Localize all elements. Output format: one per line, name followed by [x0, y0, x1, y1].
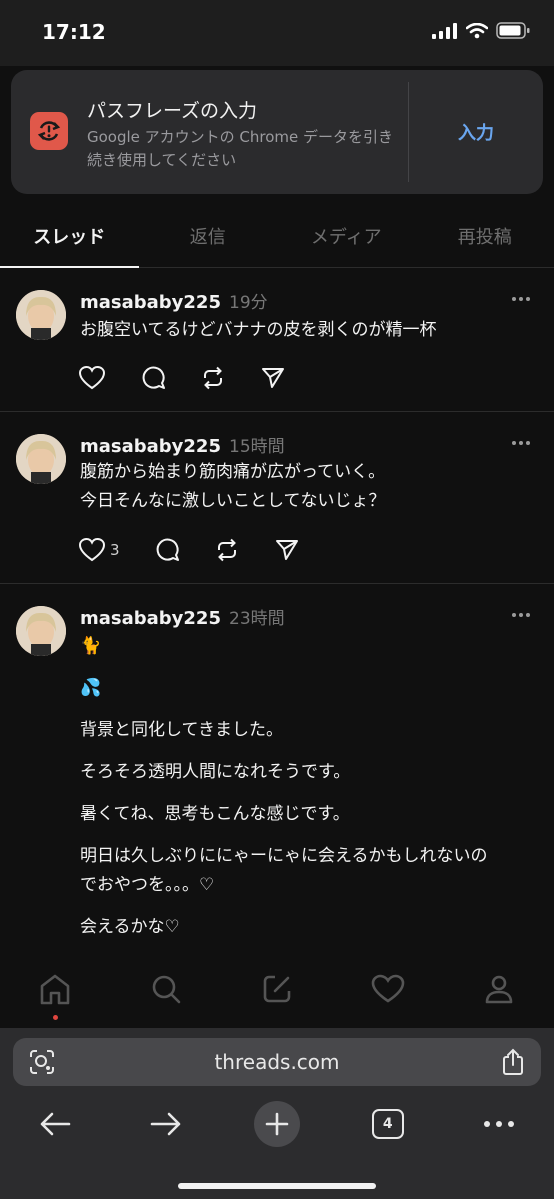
- profile-tabs: スレッド 返信 メディア 再投稿: [0, 205, 554, 268]
- post-line: 今日そんなに激しいことしてないじょ？: [80, 491, 386, 511]
- notification-dot: [53, 1015, 59, 1020]
- post-content: 腹筋から始まり筋肉痛が広がっていく。 今日そんなに激しいことしてないじょ？: [80, 458, 540, 516]
- post-line: お腹空いてるけどバナナの皮を剥くのが精一杯: [80, 320, 437, 340]
- repost-icon: [217, 538, 236, 562]
- wifi-icon: [466, 22, 488, 38]
- post-timestamp: 19分: [229, 293, 268, 313]
- browser-toolbar: 4: [0, 1098, 554, 1150]
- nav-profile[interactable]: [443, 950, 554, 1028]
- plus-icon: [253, 1101, 300, 1147]
- thread-post: masababy225 15時間 腹筋から始まり筋肉痛が広がっていく。 今日そんな…: [0, 412, 554, 584]
- share-button[interactable]: [274, 537, 300, 563]
- tab-replies[interactable]: 返信: [139, 205, 278, 267]
- post-line: 腹筋から始まり筋肉痛が広がっていく。: [80, 462, 386, 482]
- username-text[interactable]: masababy225: [80, 292, 221, 313]
- username-text[interactable]: masababy225: [80, 436, 221, 457]
- post-timestamp: 23時間: [229, 609, 285, 629]
- like-button[interactable]: 3: [78, 537, 120, 563]
- post-line: 暑くてね、思考もこんな感じです。: [80, 804, 350, 824]
- post-line: でおやつを。。。♡: [80, 875, 215, 895]
- nav-search[interactable]: [111, 950, 222, 1028]
- url-text: threads.com: [214, 1050, 340, 1074]
- post-line: そろそろ透明人間になれそうです。: [80, 762, 351, 782]
- bottom-navigation: [0, 950, 554, 1028]
- forward-button[interactable]: [136, 1098, 196, 1150]
- status-bar: 17:12: [0, 0, 554, 66]
- arrow-left-icon: [41, 1112, 71, 1136]
- reply-button[interactable]: [140, 365, 166, 391]
- new-tab-button[interactable]: [247, 1098, 307, 1150]
- more-options-icon[interactable]: [512, 610, 534, 620]
- arrow-right-icon: [150, 1112, 181, 1136]
- nav-compose[interactable]: [222, 950, 333, 1028]
- post-line: 💦: [80, 678, 102, 698]
- repost-button[interactable]: [200, 365, 226, 391]
- post-timestamp: 15時間: [229, 437, 285, 457]
- thread-post: masababy225 19分 お腹空いてるけどバナナの皮を剥くのが精一杯: [0, 268, 554, 412]
- comment-icon: [142, 366, 165, 389]
- cellular-signal-icon: [432, 22, 457, 39]
- post-content: お腹空いてるけどバナナの皮を剥くのが精一杯: [80, 316, 540, 345]
- heart-icon: [78, 365, 106, 390]
- username-text[interactable]: masababy225: [80, 608, 221, 629]
- post-username[interactable]: masababy225 19分: [80, 288, 268, 313]
- repost-icon: [204, 366, 222, 390]
- banner-description: Google アカウントの Chrome データを引き続き使用してください: [87, 128, 394, 169]
- profile-icon: [485, 975, 512, 1004]
- post-content: 🐈 💦 背景と同化してきました。 そろそろ透明人間になれそうです。 暑くてね、思…: [80, 632, 540, 942]
- more-horizontal-icon: [483, 1121, 514, 1127]
- home-icon: [41, 974, 70, 1005]
- nav-home[interactable]: [0, 950, 111, 1028]
- home-indicator: [178, 1183, 376, 1189]
- send-icon: [262, 368, 284, 388]
- post-line: 会えるかな♡: [80, 917, 180, 937]
- tab-media[interactable]: メディア: [277, 205, 416, 267]
- back-button[interactable]: [25, 1098, 85, 1150]
- like-count: 3: [110, 541, 120, 559]
- post-actions: 3: [78, 537, 334, 563]
- heart-icon: [78, 537, 106, 562]
- enter-passphrase-button[interactable]: 入力: [409, 70, 543, 194]
- heart-icon: [371, 974, 405, 1003]
- send-icon: [275, 540, 298, 560]
- post-line: 🐈: [80, 636, 102, 656]
- post-username[interactable]: masababy225 23時間: [80, 604, 285, 629]
- passphrase-banner: パスフレーズの入力 Google アカウントの Chrome データを引き続き使…: [11, 70, 543, 194]
- avatar[interactable]: [16, 434, 66, 484]
- tab-switcher-button[interactable]: 4: [358, 1098, 418, 1150]
- battery-icon: [496, 22, 530, 39]
- status-time: 17:12: [42, 20, 106, 44]
- post-username[interactable]: masababy225 15時間: [80, 432, 285, 457]
- avatar[interactable]: [16, 290, 66, 340]
- search-icon: [152, 975, 181, 1004]
- share-icon[interactable]: [501, 1048, 525, 1076]
- browser-menu-button[interactable]: [469, 1098, 529, 1150]
- post-line: 背景と同化してきました。: [80, 720, 283, 740]
- more-options-icon[interactable]: [512, 438, 534, 448]
- more-options-icon[interactable]: [512, 294, 534, 304]
- avatar[interactable]: [16, 606, 66, 656]
- nav-activity[interactable]: [332, 950, 443, 1028]
- browser-bar: threads.com 4: [0, 1028, 554, 1199]
- status-icons: [432, 22, 530, 39]
- post-actions: [78, 365, 320, 391]
- thread-post: masababy225 23時間 🐈 💦 背景と同化してきました。 そろそろ透明人…: [0, 584, 554, 950]
- repost-button[interactable]: [214, 537, 240, 563]
- like-button[interactable]: [78, 365, 106, 391]
- compose-icon: [263, 975, 291, 1003]
- address-bar[interactable]: threads.com: [13, 1038, 541, 1086]
- reply-button[interactable]: [154, 537, 180, 563]
- share-button[interactable]: [260, 365, 286, 391]
- sync-error-icon: [30, 112, 68, 150]
- tab-reposts[interactable]: 再投稿: [416, 205, 554, 267]
- comment-icon: [156, 538, 179, 561]
- post-line: 明日は久しぶりににゃーにゃに会えるかもしれないの: [80, 846, 488, 866]
- tab-count: 4: [371, 1109, 404, 1139]
- banner-title: パスフレーズの入力: [87, 100, 258, 122]
- tab-threads[interactable]: スレッド: [0, 205, 139, 268]
